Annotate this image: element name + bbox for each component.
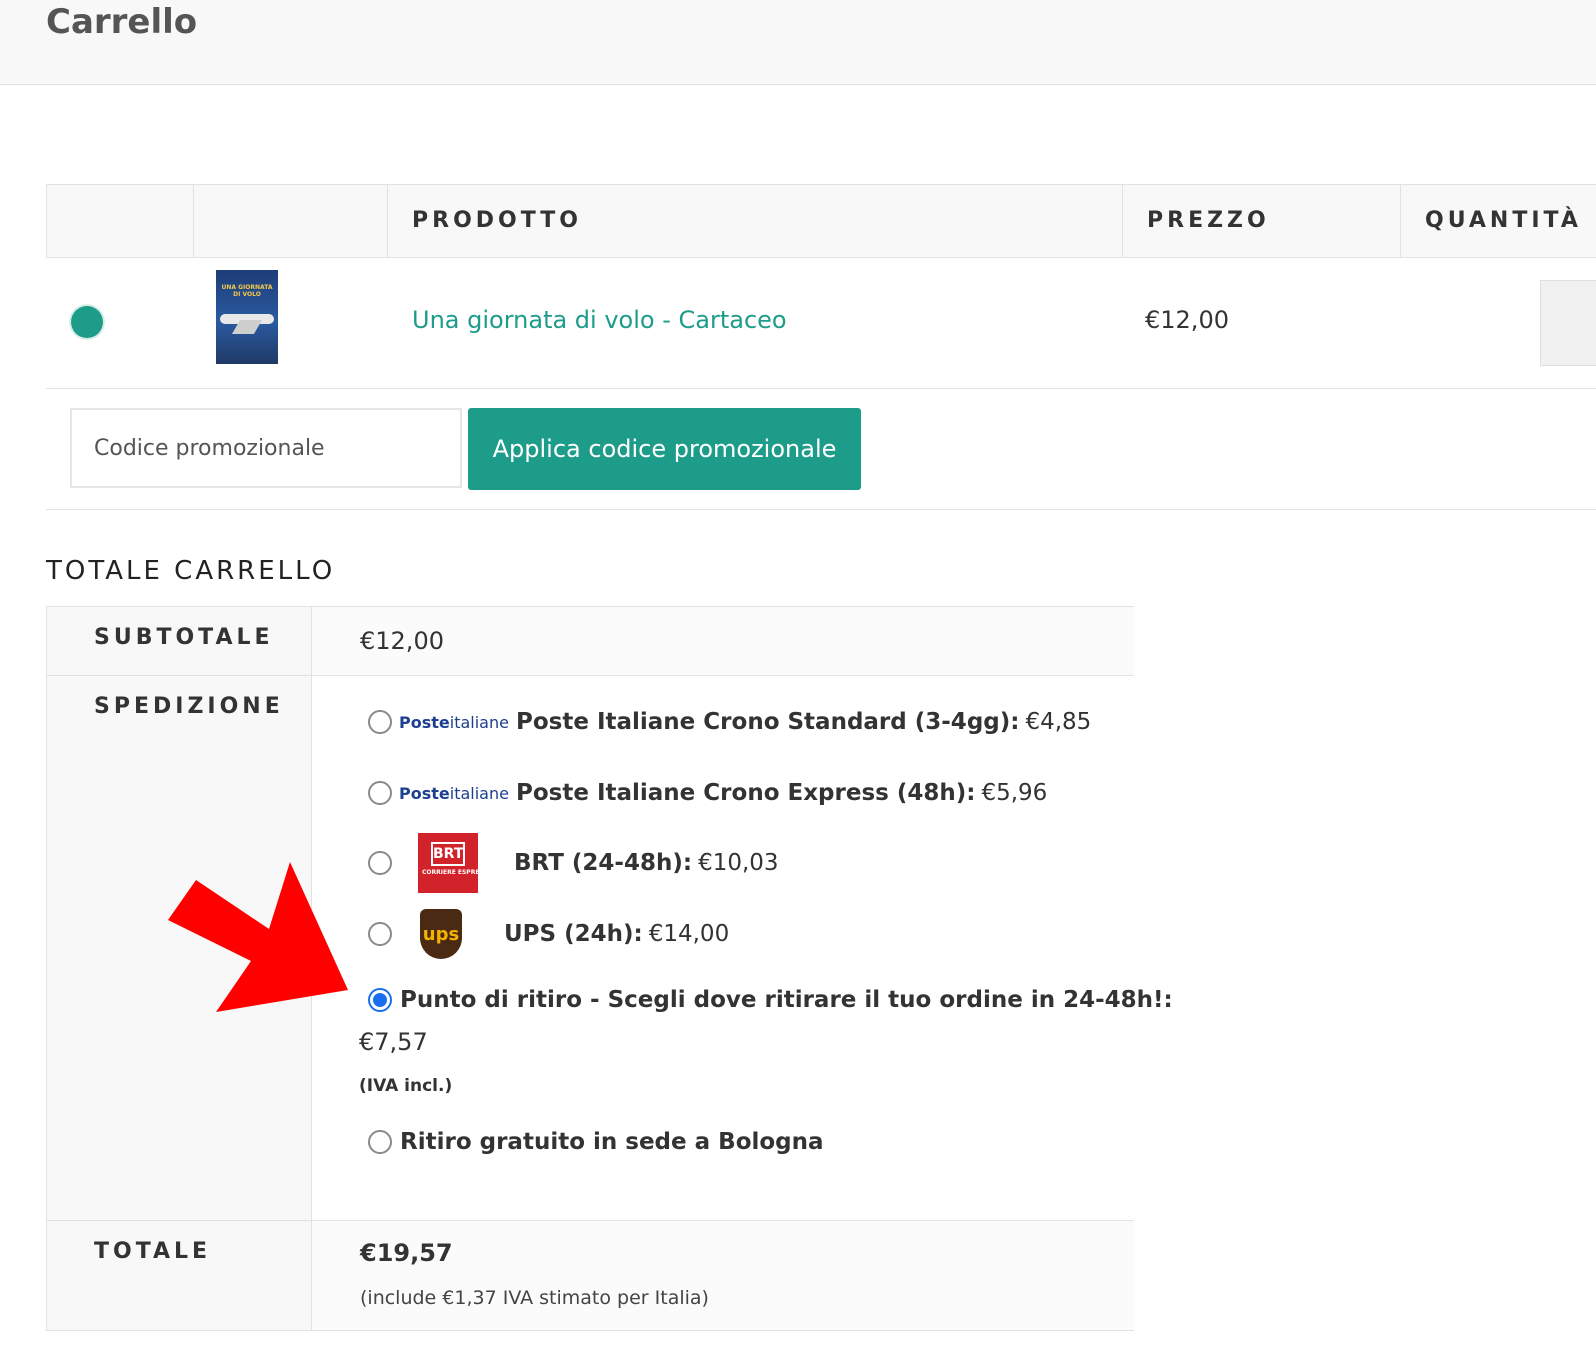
product-price: €12,00 <box>1145 306 1229 334</box>
brt-logo-text: BRT <box>431 842 465 866</box>
cart-item-row: UNA GIORNATA DI VOLO Una giornata di vol… <box>46 258 1596 389</box>
shipping-option-name: Poste Italiane Crono Standard (3-4gg): <box>516 709 1020 735</box>
column-thumbnail <box>193 185 387 257</box>
shipping-option-pickup-point[interactable]: Punto di ritiro - Scegli dove ritirare i… <box>368 980 1173 1020</box>
cart-table: PRODOTTO PREZZO QUANTITÀ UNA GIORNATA DI… <box>46 184 1596 510</box>
shipping-option-name: UPS (24h): <box>504 921 643 947</box>
product-name-link[interactable]: Una giornata di volo - Cartaceo <box>412 306 787 334</box>
total-vat-note: (include €1,37 IVA stimato per Italia) <box>360 1287 709 1309</box>
shipping-option-price: €10,03 <box>698 850 779 876</box>
shipping-option-price: €5,96 <box>981 780 1048 806</box>
column-product: PRODOTTO <box>387 185 1122 257</box>
shipping-radio-selected[interactable] <box>368 988 392 1012</box>
ups-logo: ups <box>420 909 462 959</box>
subtotal-value: €12,00 <box>360 627 444 655</box>
column-quantity: QUANTITÀ <box>1400 185 1596 257</box>
thumbnail-title: UNA GIORNATA DI VOLO <box>221 284 273 298</box>
shipping-option-price: €4,85 <box>1025 709 1092 735</box>
product-thumbnail[interactable]: UNA GIORNATA DI VOLO <box>216 270 278 364</box>
coupon-code-input[interactable] <box>70 408 462 488</box>
shipping-option-price: €14,00 <box>648 921 730 947</box>
vat-included-note: (IVA incl.) <box>359 1076 453 1096</box>
brt-logo-subtext: CORRIERE ESPRESSO <box>422 869 493 876</box>
remove-item-icon[interactable] <box>71 306 103 338</box>
red-arrow-annotation <box>168 862 348 1012</box>
shipping-label: SPEDIZIONE <box>94 694 284 719</box>
subtotal-value-cell: €12,00 <box>312 607 1134 675</box>
shipping-option-poste-standard[interactable]: Posteitaliane Poste Italiane Crono Stand… <box>368 702 1091 742</box>
subtotal-row: SUBTOTALE €12,00 <box>47 607 1134 676</box>
poste-italiane-logo: Posteitaliane <box>399 783 509 803</box>
total-row: TOTALE €19,57 (include €1,37 IVA stimato… <box>47 1221 1134 1331</box>
coupon-area: Applica codice promozionale <box>46 388 1596 510</box>
cart-table-header: PRODOTTO PREZZO QUANTITÀ <box>46 184 1596 258</box>
shipping-option-ups[interactable]: ups UPS (24h): €14,00 <box>368 909 730 959</box>
shipping-option-free-pickup-bologna[interactable]: Ritiro gratuito in sede a Bologna <box>368 1122 824 1162</box>
brt-logo: BRT CORRIERE ESPRESSO <box>418 833 493 893</box>
shipping-option-price: €7,57 <box>359 1028 428 1056</box>
shipping-option-brt[interactable]: BRT CORRIERE ESPRESSO BRT (24-48h): €10,… <box>368 833 779 893</box>
shipping-option-name: Punto di ritiro - Scegli dove ritirare i… <box>400 987 1173 1013</box>
subtotal-label-cell: SUBTOTALE <box>47 607 312 675</box>
column-price: PREZZO <box>1122 185 1400 257</box>
shipping-option-name: BRT (24-48h): <box>514 850 693 876</box>
shipping-radio[interactable] <box>368 922 392 946</box>
subtotal-label: SUBTOTALE <box>94 625 274 650</box>
shipping-option-name: Poste Italiane Crono Express (48h): <box>516 780 976 806</box>
page-header: Carrello <box>0 0 1596 85</box>
red-arrow-shape <box>168 862 348 1012</box>
cart-totals-heading: TOTALE CARRELLO <box>46 556 336 586</box>
shipping-option-name: Ritiro gratuito in sede a Bologna <box>400 1129 824 1155</box>
shipping-options: Posteitaliane Poste Italiane Crono Stand… <box>312 676 1173 1220</box>
quantity-input[interactable] <box>1540 280 1596 366</box>
poste-italiane-logo: Posteitaliane <box>399 712 509 732</box>
total-label: TOTALE <box>94 1239 212 1264</box>
page-title: Carrello <box>46 2 198 42</box>
total-value: €19,57 <box>360 1239 453 1267</box>
column-remove <box>47 185 193 257</box>
shipping-radio[interactable] <box>368 851 392 875</box>
shipping-radio[interactable] <box>368 710 392 734</box>
total-value-cell: €19,57 (include €1,37 IVA stimato per It… <box>312 1221 1134 1330</box>
shipping-option-poste-express[interactable]: Posteitaliane Poste Italiane Crono Expre… <box>368 773 1047 813</box>
shipping-radio[interactable] <box>368 1130 392 1154</box>
total-label-cell: TOTALE <box>47 1221 312 1330</box>
apply-coupon-button[interactable]: Applica codice promozionale <box>468 408 861 490</box>
shipping-radio[interactable] <box>368 781 392 805</box>
